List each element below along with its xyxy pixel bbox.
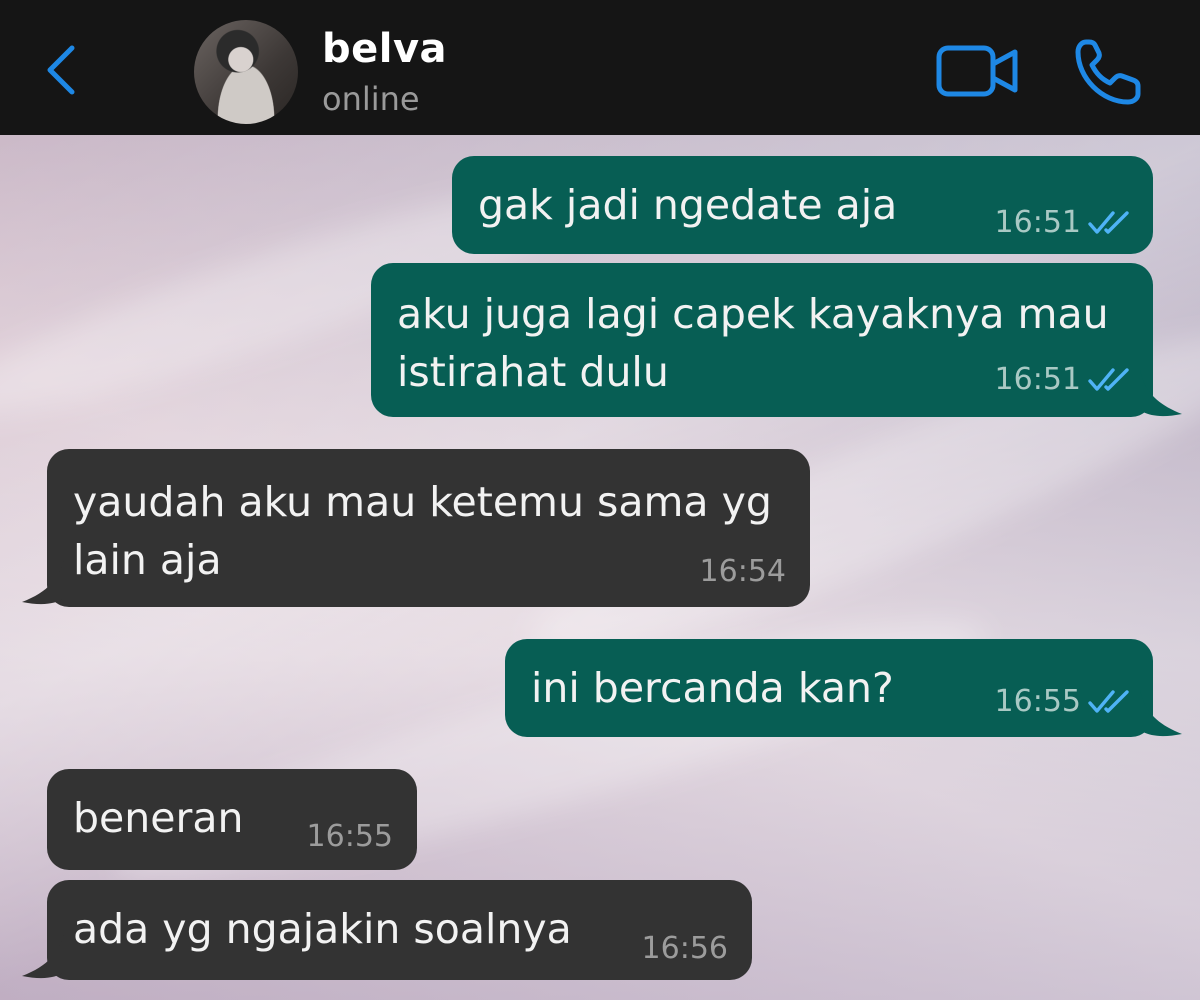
back-button[interactable] — [38, 40, 88, 100]
chat-header: belva online — [0, 0, 1200, 135]
message-text: gak jadi ngedate aja — [478, 181, 898, 229]
message-meta: 16:51 — [995, 206, 1133, 240]
message-meta: 16:56 — [642, 932, 728, 966]
message-time: 16:54 — [699, 554, 786, 589]
message-time: 16:51 — [994, 362, 1081, 397]
message-meta: 16:51 — [995, 363, 1133, 397]
message-text: yaudah aku mau ketemu sama yg lain aja — [73, 473, 772, 589]
message-meta: 16:55 — [995, 685, 1133, 719]
message-line: yaudah aku mau ketemu sama yg — [73, 478, 772, 526]
double-check-icon — [1088, 690, 1129, 713]
message-bubble-incoming[interactable]: yaudah aku mau ketemu sama yg lain aja 1… — [47, 449, 810, 607]
message-line: aku juga lagi capek kayaknya mau — [397, 290, 1109, 338]
message-bubble-outgoing[interactable]: gak jadi ngedate aja 16:51 — [452, 156, 1153, 254]
video-call-button[interactable] — [936, 44, 1020, 100]
message-time: 16:51 — [994, 205, 1081, 240]
message-bubble-outgoing[interactable]: ini bercanda kan? 16:55 — [505, 639, 1153, 737]
voice-call-button[interactable] — [1072, 36, 1144, 108]
double-check-icon — [1088, 368, 1129, 391]
video-camera-icon — [936, 45, 1018, 97]
message-text: ada yg ngajakin soalnya — [73, 905, 572, 953]
message-bubble-outgoing[interactable]: aku juga lagi capek kayaknya mau istirah… — [371, 263, 1153, 417]
bubble-tail — [1140, 690, 1182, 737]
message-meta: 16:55 — [307, 820, 393, 854]
phone-icon — [1075, 39, 1141, 105]
message-time: 16:55 — [306, 819, 393, 854]
message-bubble-incoming[interactable]: ada yg ngajakin soalnya 16:56 — [47, 880, 752, 980]
message-meta: 16:54 — [700, 555, 786, 589]
message-text: beneran — [73, 794, 244, 842]
chevron-left-icon — [47, 45, 75, 95]
avatar[interactable] — [194, 20, 298, 124]
double-check-icon — [1088, 211, 1129, 234]
message-text: ini bercanda kan? — [531, 664, 894, 712]
message-time: 16:55 — [994, 684, 1081, 719]
contact-name[interactable]: belva — [322, 26, 447, 72]
bubble-tail — [1140, 370, 1182, 417]
message-time: 16:56 — [641, 931, 728, 966]
bubble-tail — [22, 932, 64, 979]
bubble-tail — [22, 558, 64, 605]
message-line: lain aja — [73, 536, 222, 584]
contact-status: online — [322, 80, 420, 118]
message-bubble-incoming[interactable]: beneran 16:55 — [47, 769, 417, 870]
